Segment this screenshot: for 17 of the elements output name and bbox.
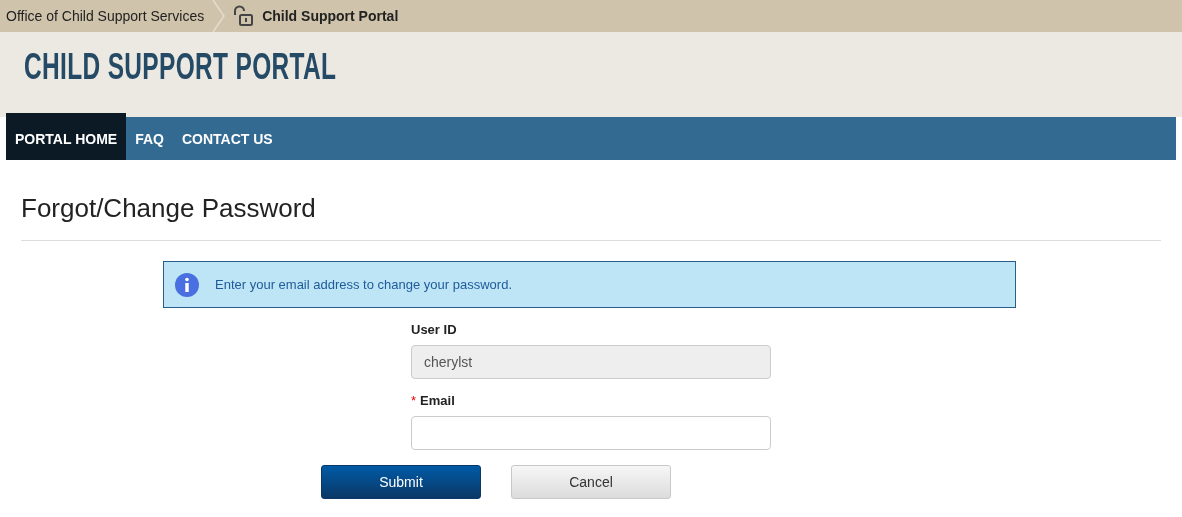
nav-tab[interactable]: PORTAL HOME [6,113,127,160]
nav-tab[interactable]: FAQ [126,117,173,160]
site-title[interactable]: CHILD SUPPORT PORTAL [24,46,337,88]
field-label: User ID [411,321,457,337]
unlocked-padlock-icon [232,5,255,27]
breadcrumb-link[interactable]: Office of Child Support Services [0,8,213,24]
required-asterisk: * [411,392,417,408]
info-icon [175,272,199,297]
cancel-button[interactable]: Cancel [511,465,671,499]
chevron-icon [212,0,227,32]
breadcrumb-current: Child Support Portal [262,8,399,24]
page-title: Forgot/Change Password [21,193,317,223]
submit-button[interactable]: Submit [321,465,481,499]
alert-message: Enter your email address to change your password. [215,277,512,292]
nav-tab[interactable]: CONTACT US [172,117,282,160]
field-label: Email [420,392,455,408]
input-field[interactable] [411,416,771,450]
